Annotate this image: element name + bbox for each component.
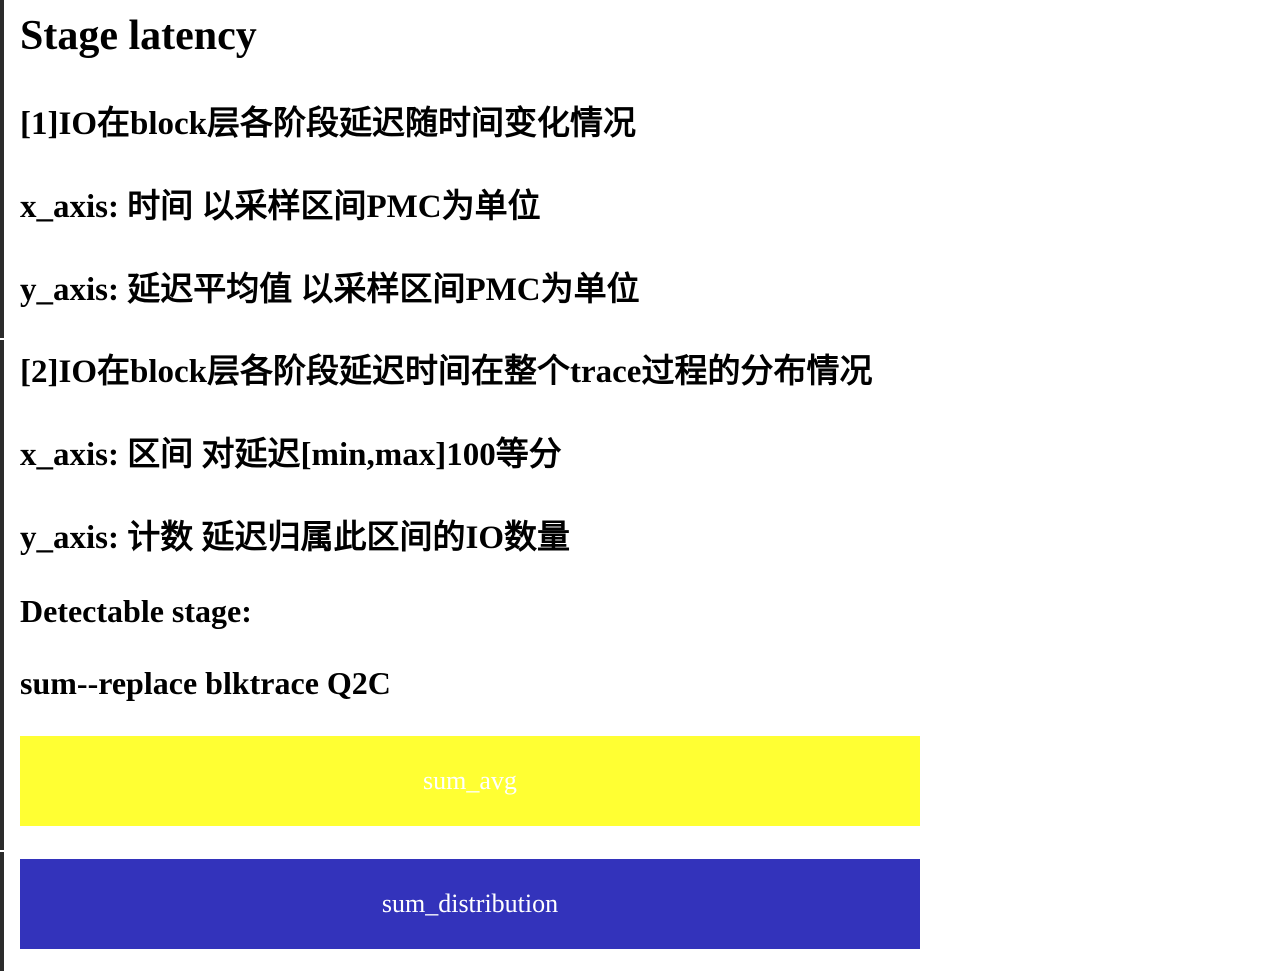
chart1-x-axis-description: x_axis: 时间 以采样区间PMC为单位 [20,189,541,225]
sum-avg-button[interactable]: sum_avg [20,736,920,826]
window-left-edge-gap [0,850,4,852]
chart1-heading: [1]IO在block层各阶段延迟随时间变化情况 [20,106,637,142]
chart2-x-axis-description: x_axis: 区间 对延迟[min,max]100等分 [20,437,562,473]
page-title: Stage latency [20,13,257,59]
chart1-y-axis-description: y_axis: 延迟平均值 以采样区间PMC为单位 [20,272,640,308]
sum-distribution-button[interactable]: sum_distribution [20,859,920,949]
window-left-edge [0,0,4,971]
sum-stage-description: sum--replace blktrace Q2C [20,665,391,701]
chart2-y-axis-description: y_axis: 计数 延迟归属此区间的IO数量 [20,520,571,556]
chart2-heading: [2]IO在block层各阶段延迟时间在整个trace过程的分布情况 [20,354,873,390]
window-left-edge-gap [0,338,4,340]
detectable-stage-label: Detectable stage: [20,593,252,629]
